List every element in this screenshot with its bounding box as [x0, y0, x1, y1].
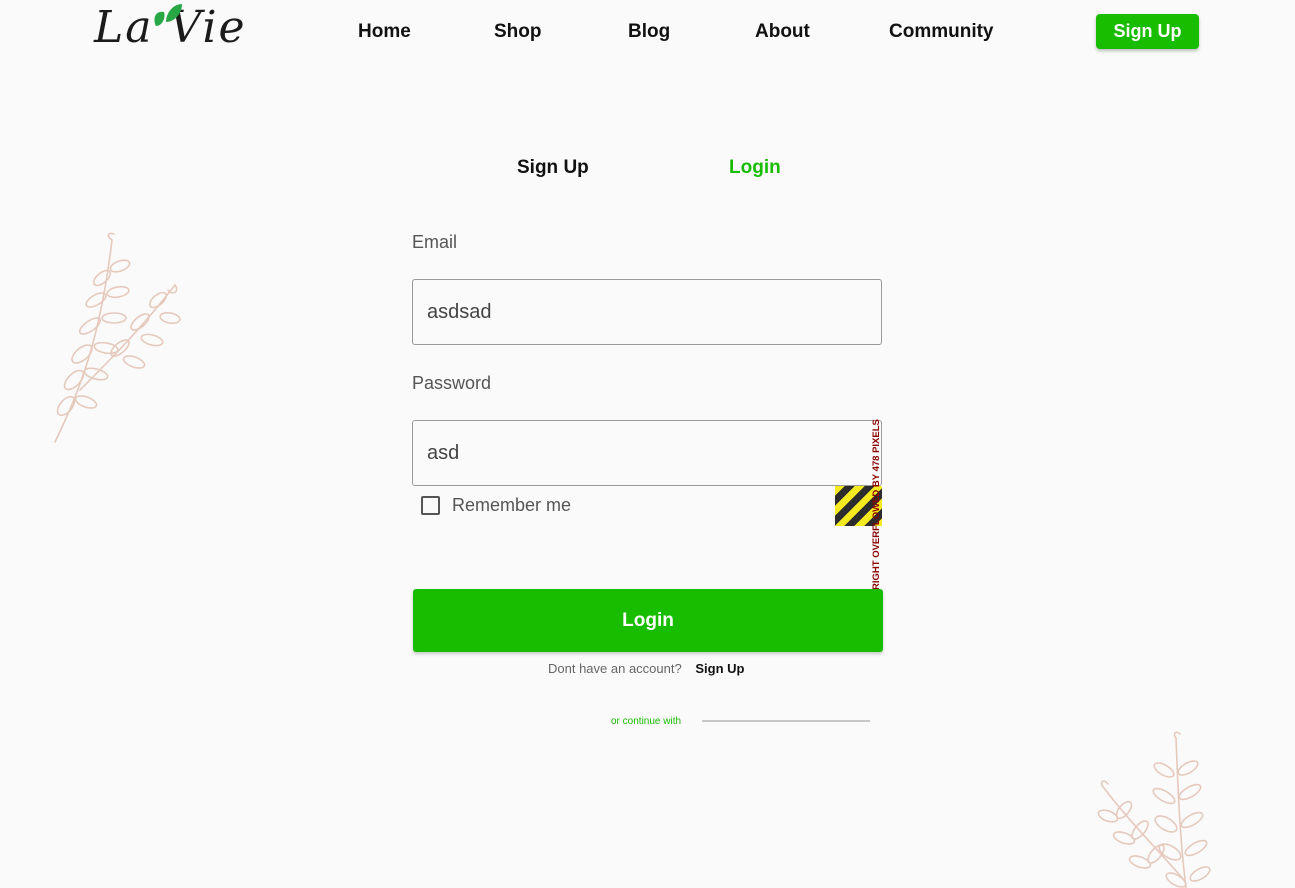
password-field[interactable]: asd — [412, 420, 882, 486]
nav-community[interactable]: Community — [889, 21, 994, 43]
divider — [702, 720, 870, 722]
branch-decoration-right — [1097, 731, 1211, 888]
nav-shop[interactable]: Shop — [494, 21, 542, 43]
tab-login[interactable]: Login — [729, 157, 781, 179]
continue-with-text: or continue with — [611, 716, 682, 727]
nav-home[interactable]: Home — [358, 21, 411, 43]
branch-decoration-left — [54, 232, 181, 443]
leaf-icon — [154, 4, 182, 26]
page-root: La Vie Home Shop Blog About Community Si… — [0, 0, 1295, 888]
header-signup-button[interactable]: Sign Up — [1096, 14, 1199, 49]
remember-checkbox[interactable] — [421, 496, 440, 515]
email-field[interactable]: asdsad — [412, 279, 882, 345]
overflow-warning-text: RIGHT OVERFLOWED BY 478 PIXELS — [871, 419, 882, 590]
nav-blog[interactable]: Blog — [628, 21, 670, 43]
no-account-text: Dont have an account? — [548, 661, 682, 676]
email-label: Email — [412, 232, 458, 252]
remember-label: Remember me — [452, 495, 572, 515]
email-value: asdsad — [427, 300, 492, 323]
login-button[interactable]: Login — [413, 589, 883, 652]
remember-me[interactable]: Remember me — [421, 495, 571, 516]
signup-link[interactable]: Sign Up — [695, 661, 744, 676]
password-label: Password — [412, 373, 492, 393]
account-prompt: Dont have an account? Sign Up — [548, 661, 744, 676]
tab-signup[interactable]: Sign Up — [517, 157, 589, 179]
logo[interactable]: La Vie — [92, 0, 252, 66]
overflow-warning: RIGHT OVERFLOWED BY 478 PIXELS — [870, 418, 884, 590]
password-value: asd — [427, 441, 460, 464]
nav-about[interactable]: About — [755, 21, 810, 43]
